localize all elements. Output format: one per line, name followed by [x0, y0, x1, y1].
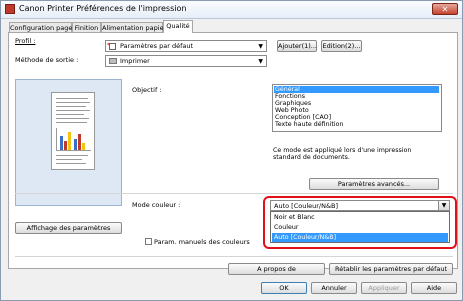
profile-value: Paramètres par défaut — [120, 42, 194, 50]
title-bar[interactable]: Canon Printer Préférences de l'impressio… — [1, 1, 462, 19]
color-mode-label: Mode couleur : — [132, 201, 181, 209]
chevron-down-icon: ▼ — [258, 43, 263, 50]
output-method-label: Méthode de sortie : — [15, 56, 79, 64]
objective-item-general[interactable]: Général — [274, 86, 439, 93]
print-preview — [15, 79, 122, 206]
chevron-down-icon: ▼ — [258, 58, 263, 65]
window-title: Canon Printer Préférences de l'impressio… — [19, 4, 187, 13]
output-method-dropdown[interactable]: Imprimer ▼ — [105, 55, 267, 67]
edit-profile-button[interactable]: Edition(2)... — [321, 40, 362, 52]
profile-label: Profil : — [15, 37, 36, 45]
close-button[interactable]: ✕ — [432, 3, 458, 15]
apply-button[interactable]: Appliquer — [361, 282, 407, 294]
tab-configuration-page[interactable]: Configuration page — [9, 22, 72, 32]
objective-item-texte-hd[interactable]: Texte haute définition — [274, 121, 439, 128]
objective-item-graphiques[interactable]: Graphiques — [274, 100, 439, 107]
separator — [15, 193, 453, 194]
add-profile-button[interactable]: Ajouter(1)... — [277, 40, 317, 52]
profile-icon: * — [107, 42, 116, 50]
manual-color-checkbox[interactable] — [145, 238, 152, 245]
show-settings-button[interactable]: Affichage des paramètres — [15, 222, 122, 234]
objective-description: Ce mode est appliqué lors d'une impressi… — [273, 147, 412, 161]
help-button[interactable]: Aide — [411, 282, 457, 294]
preview-page — [51, 92, 95, 170]
objective-item-web-photo[interactable]: Web Photo — [274, 107, 439, 114]
restore-defaults-button[interactable]: Rétablir les paramètres par défaut — [329, 263, 453, 275]
separator — [15, 256, 453, 257]
advanced-settings-button[interactable]: Paramètres avancés... — [309, 178, 439, 190]
objective-label: Objectif : — [132, 86, 162, 94]
manual-color-label: Param. manuels des couleurs — [154, 238, 250, 246]
printer-icon — [109, 58, 117, 64]
cancel-button[interactable]: Annuler — [311, 282, 357, 294]
objective-item-conception-cao[interactable]: Conception [CAO] — [274, 114, 439, 121]
about-button[interactable]: A propos de — [228, 263, 325, 275]
objective-listbox[interactable]: Général Fonctions Graphiques Web Photo C… — [272, 84, 442, 132]
tab-finition[interactable]: Finition — [72, 22, 101, 32]
tab-qualite[interactable]: Qualité — [163, 20, 193, 33]
tab-alimentation-papier[interactable]: Alimentation papier — [101, 22, 166, 32]
profile-dropdown[interactable]: * Paramètres par défaut ▼ — [105, 40, 267, 52]
preview-chart — [56, 128, 91, 151]
printer-app-icon — [5, 4, 15, 14]
ok-button[interactable]: OK — [261, 282, 307, 294]
printer-preferences-window: Canon Printer Préférences de l'impressio… — [0, 0, 463, 301]
objective-item-fonctions[interactable]: Fonctions — [274, 93, 439, 100]
highlight-frame — [263, 196, 457, 249]
output-method-value: Imprimer — [120, 57, 150, 65]
